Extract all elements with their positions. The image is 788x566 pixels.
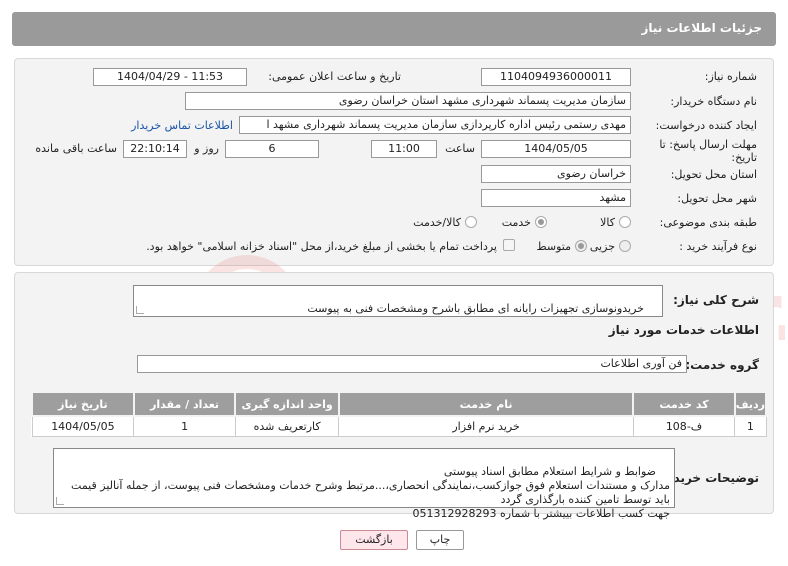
need-info-panel: شماره نیاز: 1104094936000011 تاریخ و ساع… <box>14 58 774 266</box>
need-number-field[interactable]: 1104094936000011 <box>481 68 631 86</box>
buyer-org-label: نام دستگاه خریدار: <box>670 95 757 108</box>
treasury-payment-checkbox[interactable] <box>503 239 515 251</box>
print-button[interactable]: چاپ <box>416 530 464 550</box>
col-unit: واحد اندازه گیری <box>234 391 340 417</box>
treasury-payment-note: پرداخت تمام یا بخشی از مبلغ خرید،از محل … <box>146 240 497 253</box>
remaining-label: ساعت باقی مانده <box>35 142 117 155</box>
summary-textarea[interactable]: خریدونوسازی تجهیزات رایانه ای مطابق باشر… <box>133 285 663 317</box>
deadline-time-label: ساعت <box>445 142 475 155</box>
buyer-notes-textarea[interactable]: ضوابط و شرایط استعلام مطابق اسناد پیوستی… <box>53 448 675 520</box>
category-radio-goods[interactable] <box>619 216 631 228</box>
process-radio-minor[interactable] <box>619 240 631 252</box>
process-radio-medium[interactable] <box>575 240 587 252</box>
requester-label: ایجاد کننده درخواست: <box>655 119 757 132</box>
table-row[interactable]: 1 ف-108 خرید نرم افزار کارتعریف شده 1 14… <box>31 415 767 437</box>
col-need-date: تاریخ نیاز <box>31 391 135 417</box>
col-row-number: ردیف <box>733 391 768 417</box>
col-quantity: تعداد / مقدار <box>132 391 237 417</box>
remaining-days-field[interactable]: 6 <box>225 140 319 158</box>
deadline-date-field[interactable]: 1404/05/05 <box>481 140 631 158</box>
category-option-goods: کالا <box>600 216 615 229</box>
page-header: جزئیات اطلاعات نیاز <box>12 12 776 46</box>
summary-label: شرح کلی نیاز: <box>673 293 759 307</box>
cell-service-code: ف-108 <box>632 415 736 437</box>
process-label: نوع فرآیند خرید : <box>679 240 757 253</box>
col-service-code: کد خدمت <box>632 391 736 417</box>
cell-unit: کارتعریف شده <box>234 415 340 437</box>
table-header-row: ردیف کد خدمت نام خدمت واحد اندازه گیری ت… <box>31 391 768 417</box>
services-table: ردیف کد خدمت نام خدمت واحد اندازه گیری ت… <box>31 391 768 437</box>
days-label: روز و <box>194 142 219 155</box>
need-number-label: شماره نیاز: <box>704 70 757 83</box>
deadline-date-label: تاریخ: <box>731 151 757 164</box>
cell-row-number: 1 <box>734 415 767 437</box>
requester-field[interactable]: مهدی رستمی رئیس اداره کارپردازی سازمان م… <box>239 116 631 134</box>
back-button[interactable]: بازگشت <box>340 530 408 550</box>
need-details-panel: شرح کلی نیاز: خریدونوسازی تجهیزات رایانه… <box>14 272 774 520</box>
category-radio-service[interactable] <box>535 216 547 228</box>
remaining-time-field[interactable]: 22:10:14 <box>123 140 187 158</box>
category-option-goods-service: کالا/خدمت <box>413 216 461 229</box>
category-radio-goods-service[interactable] <box>465 216 477 228</box>
process-option-minor: جزیی <box>589 240 615 253</box>
service-group-field[interactable]: فن آوری اطلاعات <box>137 355 687 373</box>
announce-field[interactable]: 1404/04/29 - 11:53 <box>93 68 247 86</box>
buyer-contact-link[interactable]: اطلاعات تماس خریدار <box>131 119 233 132</box>
services-section-title: اطلاعات خدمات مورد نیاز <box>608 323 759 337</box>
service-group-label: گروه خدمت: <box>685 358 759 372</box>
cell-service-name: خرید نرم افزار <box>338 415 634 437</box>
deadline-label: مهلت ارسال پاسخ: تا <box>659 138 757 151</box>
buyer-notes-text: ضوابط و شرایط استعلام مطابق اسناد پیوستی… <box>71 465 670 520</box>
announce-label: تاریخ و ساعت اعلان عمومی: <box>268 70 401 83</box>
buyer-org-field[interactable]: سازمان مدیریت پسماند شهرداری مشهد استان … <box>185 92 631 110</box>
cell-need-date: 1404/05/05 <box>31 415 135 437</box>
resize-handle-icon[interactable] <box>56 497 64 505</box>
category-option-service: خدمت <box>501 216 531 229</box>
province-field[interactable]: خراسان رضوی <box>481 165 631 183</box>
resize-handle-icon[interactable] <box>136 306 144 314</box>
deadline-time-field[interactable]: 11:00 <box>371 140 437 158</box>
city-field[interactable]: مشهد <box>481 189 631 207</box>
province-label: استان محل تحویل: <box>670 168 757 181</box>
cell-quantity: 1 <box>133 415 236 437</box>
city-label: شهر محل تحویل: <box>677 192 757 205</box>
process-option-medium: متوسط <box>536 240 571 253</box>
page-title: جزئیات اطلاعات نیاز <box>641 21 762 35</box>
summary-text: خریدونوسازی تجهیزات رایانه ای مطابق باشر… <box>307 302 644 315</box>
col-service-name: نام خدمت <box>337 391 635 417</box>
category-label: طبقه بندی موضوعی: <box>659 216 757 229</box>
